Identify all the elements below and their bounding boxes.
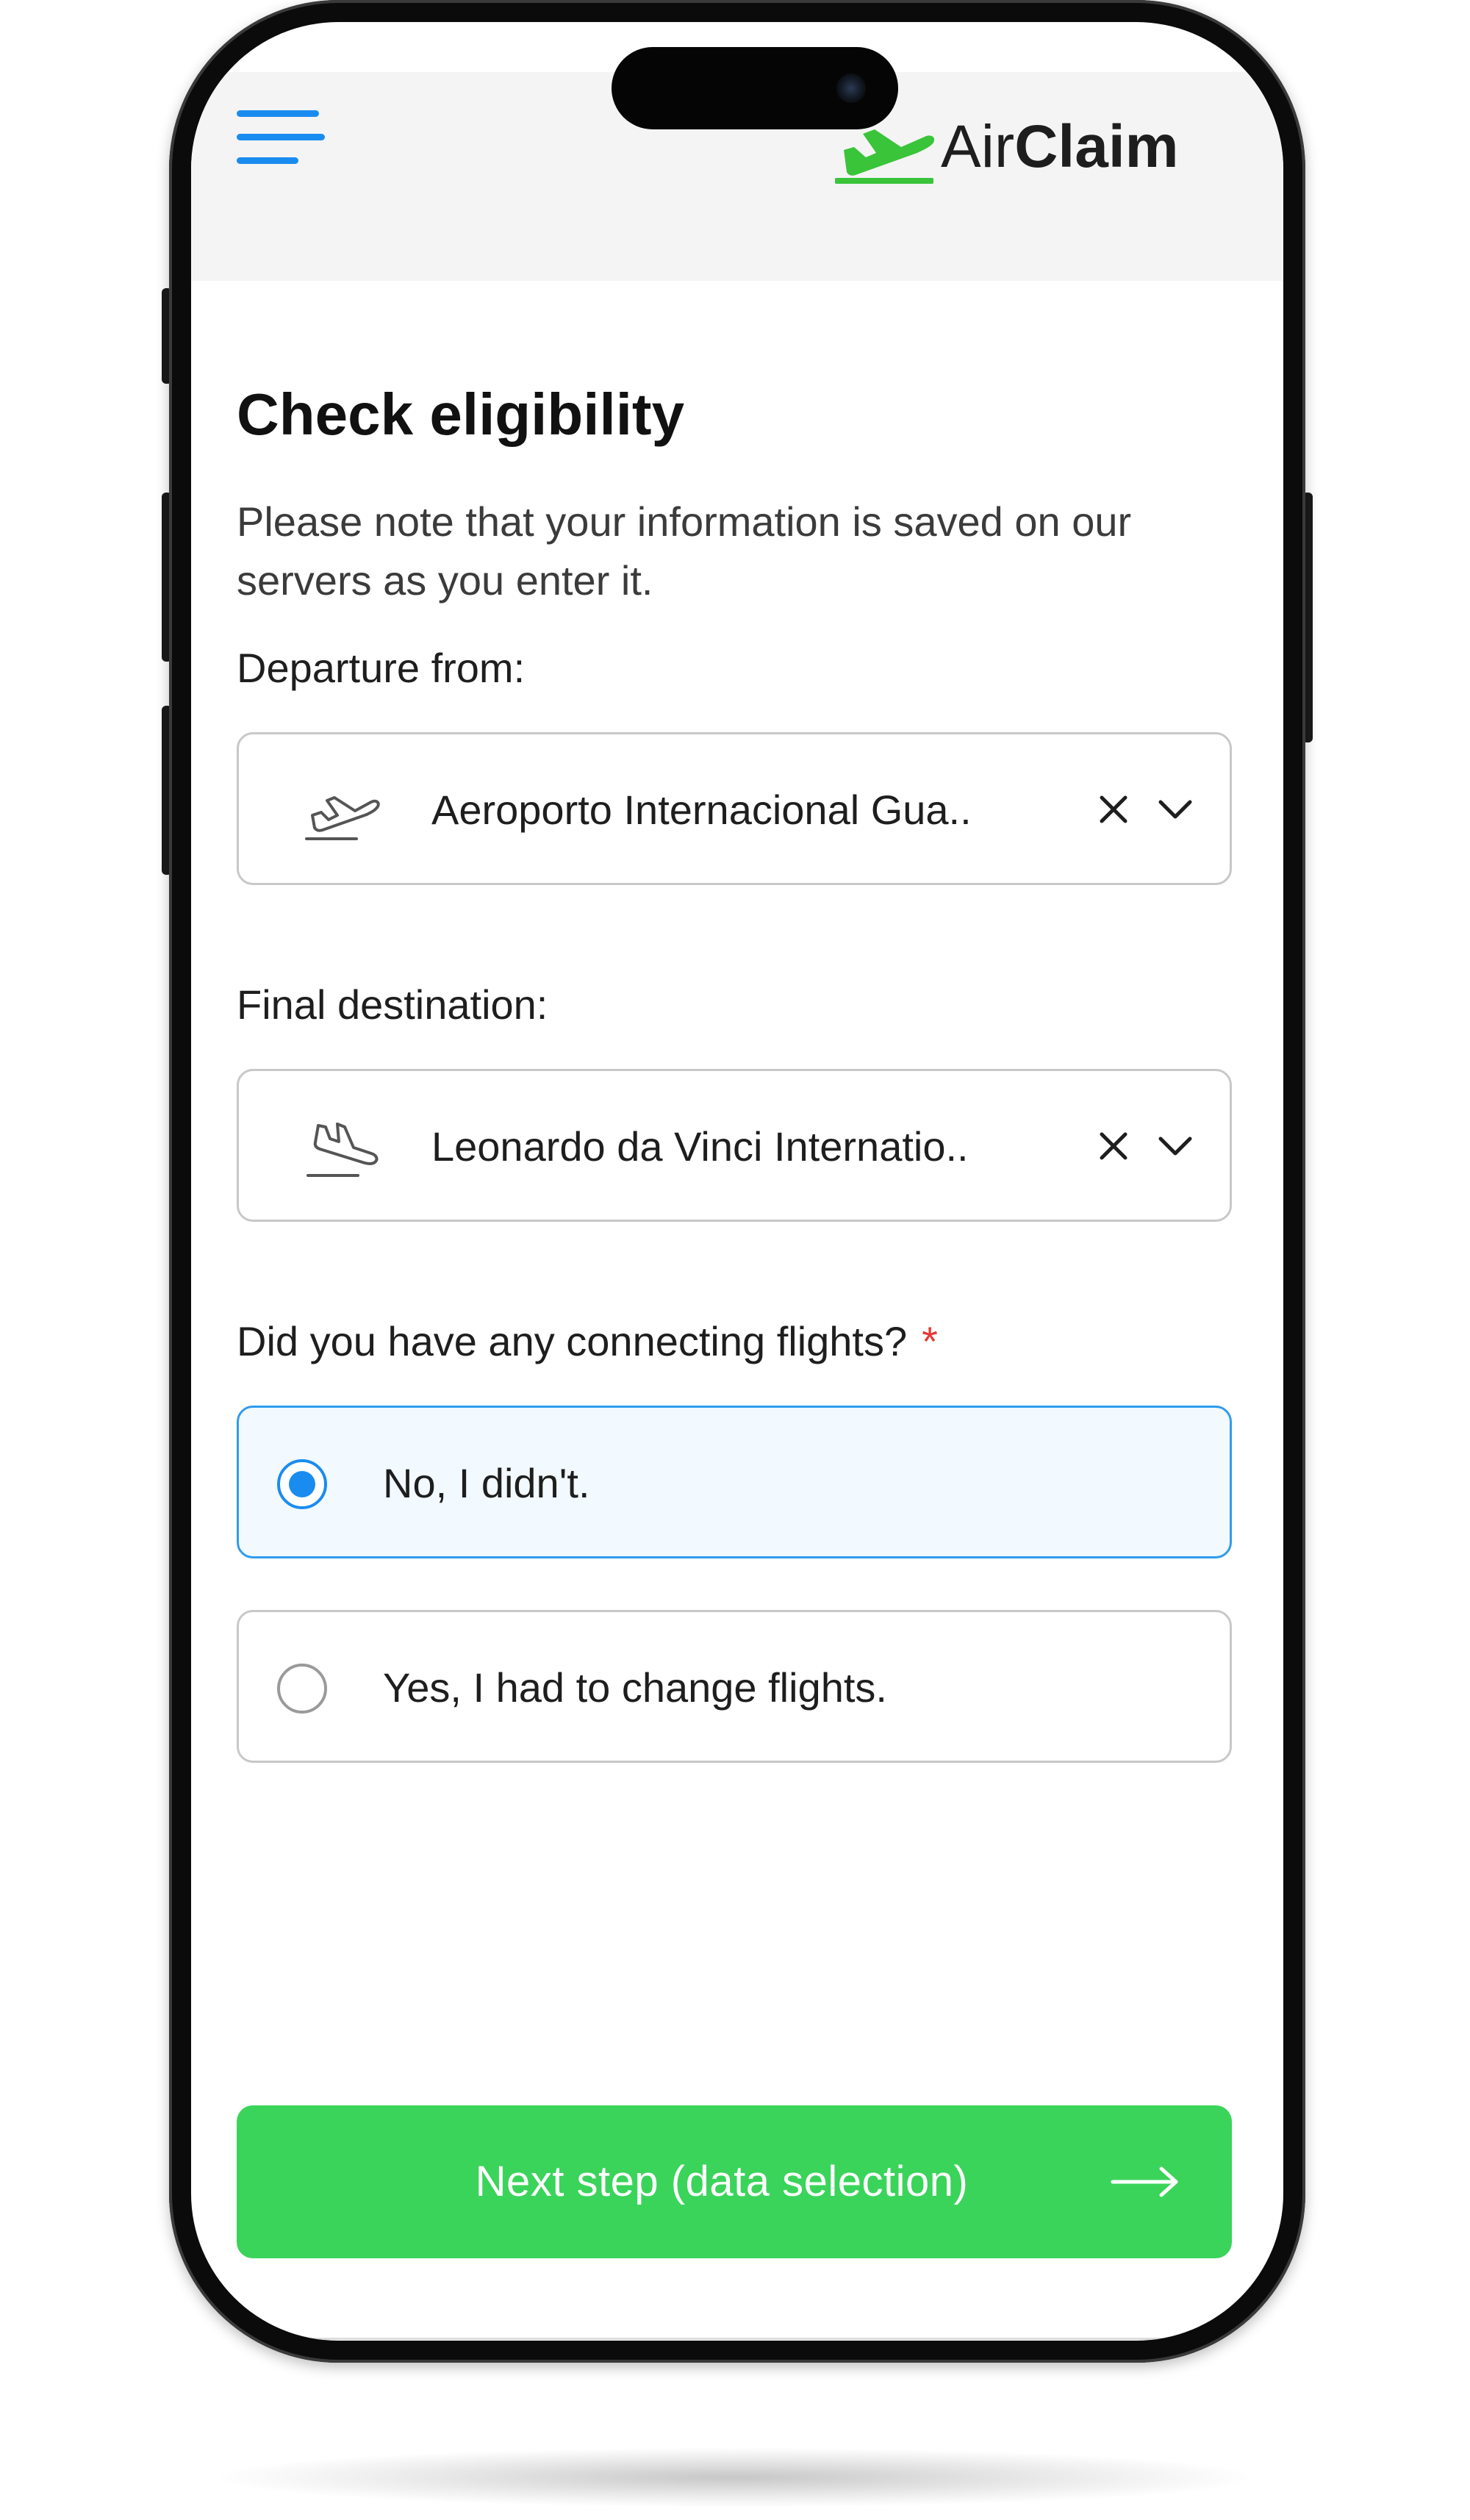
- required-asterisk: *: [922, 1318, 938, 1364]
- connecting-flights-question-text: Did you have any connecting flights?: [237, 1318, 908, 1364]
- option-no-label: No, I didn't.: [383, 1460, 590, 1506]
- phone-screen: AirClaim Check eligibility Please note t…: [191, 22, 1283, 2341]
- option-yes-label: Yes, I had to change flights.: [383, 1664, 887, 1711]
- destination-value: Leonardo da Vinci Internatio..: [431, 1123, 969, 1170]
- departure-value: Aeroporto Internacional Gua..: [431, 787, 972, 833]
- clear-departure-icon[interactable]: [1091, 787, 1136, 831]
- radio-button-selected[interactable]: [277, 1459, 327, 1509]
- radio-button-unselected[interactable]: [277, 1664, 327, 1714]
- airclaim-logo[interactable]: AirClaim: [833, 104, 1216, 185]
- destination-label: Final destination:: [237, 981, 548, 1028]
- clear-destination-icon[interactable]: [1091, 1124, 1136, 1168]
- departure-select[interactable]: Aeroporto Internacional Gua..: [237, 732, 1232, 885]
- save-notice: Please note that your information is sav…: [237, 498, 1132, 604]
- phone-frame: AirClaim Check eligibility Please note t…: [169, 0, 1305, 2363]
- hamburger-menu-icon[interactable]: [237, 104, 325, 171]
- destination-select[interactable]: Leonardo da Vinci Internatio..: [237, 1069, 1232, 1222]
- front-camera: [836, 74, 866, 103]
- connecting-flights-question: Did you have any connecting flights? *: [237, 1317, 938, 1365]
- phone-floor-shadow: [220, 2448, 1250, 2507]
- chevron-down-icon[interactable]: [1153, 792, 1197, 827]
- departure-label: Departure from:: [237, 645, 526, 691]
- next-step-label: Next step (data selection): [475, 2158, 969, 2205]
- page-title: Check eligibility: [237, 382, 685, 447]
- next-step-button[interactable]: Next step (data selection): [237, 2105, 1232, 2258]
- logo-text-claim: Claim: [1014, 113, 1179, 180]
- bottom-divider: [237, 2338, 1232, 2340]
- plane-landing-icon: [306, 1123, 379, 1177]
- option-yes-connecting[interactable]: Yes, I had to change flights.: [237, 1610, 1232, 1763]
- arrow-right-icon: [1111, 2166, 1178, 2197]
- logo-wordmark: AirClaim: [941, 110, 1179, 184]
- plane-takeoff-icon: [305, 796, 380, 840]
- airplane-takeoff-logo-icon: [835, 129, 935, 184]
- chevron-down-icon[interactable]: [1153, 1128, 1197, 1164]
- logo-text-air: Air: [941, 113, 1015, 180]
- option-no-connecting[interactable]: No, I didn't.: [237, 1406, 1232, 1558]
